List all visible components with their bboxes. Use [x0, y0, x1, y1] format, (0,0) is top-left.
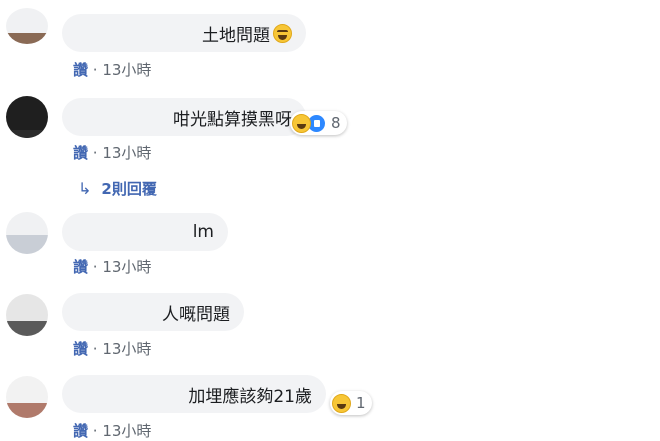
comment-bubble: 土地問題 — [62, 14, 306, 52]
reaction-count: 1 — [356, 394, 366, 412]
avatar[interactable] — [6, 376, 48, 418]
comment-text: 咁光點算摸黑呀 — [173, 109, 292, 130]
like-link[interactable]: 讚 — [73, 258, 88, 276]
view-replies-link[interactable]: ↳ 2則回覆 — [78, 178, 157, 199]
timestamp[interactable]: 13小時 — [102, 422, 151, 440]
comment-meta: 讚 · 13小時 — [73, 142, 151, 163]
comment-meta: 讚 · 13小時 — [73, 420, 151, 441]
comment-bubble: 人嘅問題 — [62, 293, 244, 331]
like-link[interactable]: 讚 — [73, 340, 88, 358]
timestamp[interactable]: 13小時 — [102, 61, 151, 79]
rofl-emoji-icon — [273, 23, 292, 43]
comment-meta: 讚 · 13小時 — [73, 256, 151, 277]
avatar[interactable] — [6, 294, 48, 336]
separator: · — [88, 340, 103, 358]
separator: · — [88, 258, 103, 276]
comment-meta: 讚 · 13小時 — [73, 59, 151, 80]
timestamp[interactable]: 13小時 — [102, 144, 151, 162]
replies-label: 2則回覆 — [101, 180, 157, 198]
comment-bubble: 咁光點算摸黑呀 — [62, 98, 306, 136]
haha-reaction-icon — [292, 113, 311, 133]
comment-meta: 讚 · 13小時 — [73, 338, 151, 359]
reaction-summary[interactable]: 8 — [290, 111, 347, 135]
comment-text: lm — [192, 222, 214, 242]
like-link[interactable]: 讚 — [73, 422, 88, 440]
reaction-summary[interactable]: 1 — [330, 391, 372, 415]
comment-bubble: lm — [62, 213, 228, 251]
comment-text: 人嘅問題 — [162, 304, 230, 325]
avatar[interactable] — [6, 212, 48, 254]
separator: · — [88, 422, 103, 440]
comment-text: 土地問題 — [202, 25, 270, 46]
timestamp[interactable]: 13小時 — [102, 258, 151, 276]
reply-arrow-icon: ↳ — [78, 179, 92, 198]
like-link[interactable]: 讚 — [73, 144, 88, 162]
comment-text: 加埋應該夠21歲 — [188, 386, 312, 407]
reaction-count: 8 — [331, 114, 341, 132]
avatar[interactable] — [6, 8, 48, 44]
like-link[interactable]: 讚 — [73, 61, 88, 79]
haha-reaction-icon — [332, 393, 351, 413]
separator: · — [88, 61, 103, 79]
comment-bubble: 加埋應該夠21歲 — [62, 375, 326, 413]
separator: · — [88, 144, 103, 162]
avatar[interactable] — [6, 96, 48, 138]
timestamp[interactable]: 13小時 — [102, 340, 151, 358]
